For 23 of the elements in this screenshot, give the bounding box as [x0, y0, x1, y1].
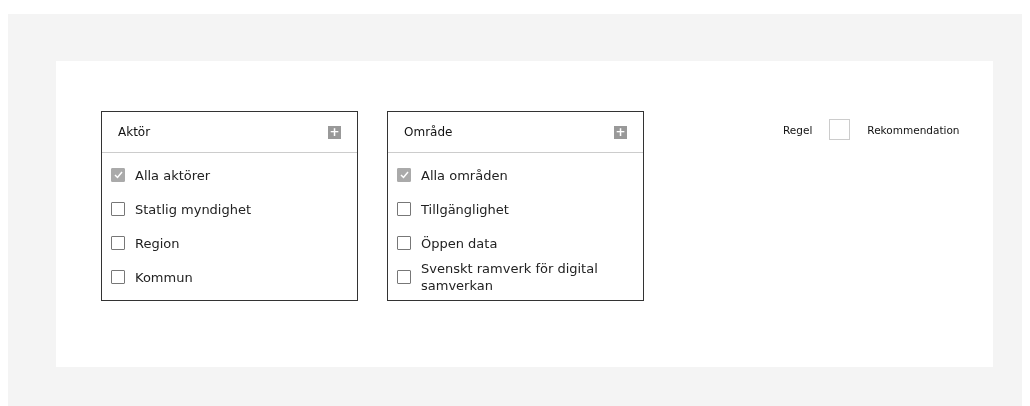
panel-title: Aktör	[118, 125, 151, 139]
checkbox[interactable]	[397, 168, 411, 182]
checkbox-label: Öppen data	[421, 234, 498, 252]
checkbox-label: Alla områden	[421, 166, 508, 184]
toggle-switch[interactable]	[829, 119, 851, 140]
checkbox[interactable]	[111, 202, 125, 216]
add-button[interactable]: +	[328, 125, 341, 139]
checkbox-label: Svenskt ramverk för digital samverkan	[421, 260, 599, 294]
panel-title: Område	[404, 125, 453, 139]
checkbox[interactable]	[397, 270, 411, 284]
checkbox[interactable]	[397, 202, 411, 216]
checkbox[interactable]	[111, 236, 125, 250]
checkbox-label: Tillgänglighet	[421, 200, 509, 218]
checkbox-label: Region	[135, 234, 180, 252]
checkbox[interactable]	[111, 270, 125, 284]
checkbox[interactable]	[397, 236, 411, 250]
add-button[interactable]: +	[614, 125, 627, 139]
checkbox-label: Kommun	[135, 268, 193, 286]
checkbox[interactable]	[111, 168, 125, 182]
toggle-label: Regel	[783, 123, 813, 136]
checkbox-label: Alla aktörer	[135, 166, 211, 184]
checkbox-label: Statlig myndighet	[135, 200, 252, 218]
toggle-label: Rekommendation	[867, 123, 960, 136]
